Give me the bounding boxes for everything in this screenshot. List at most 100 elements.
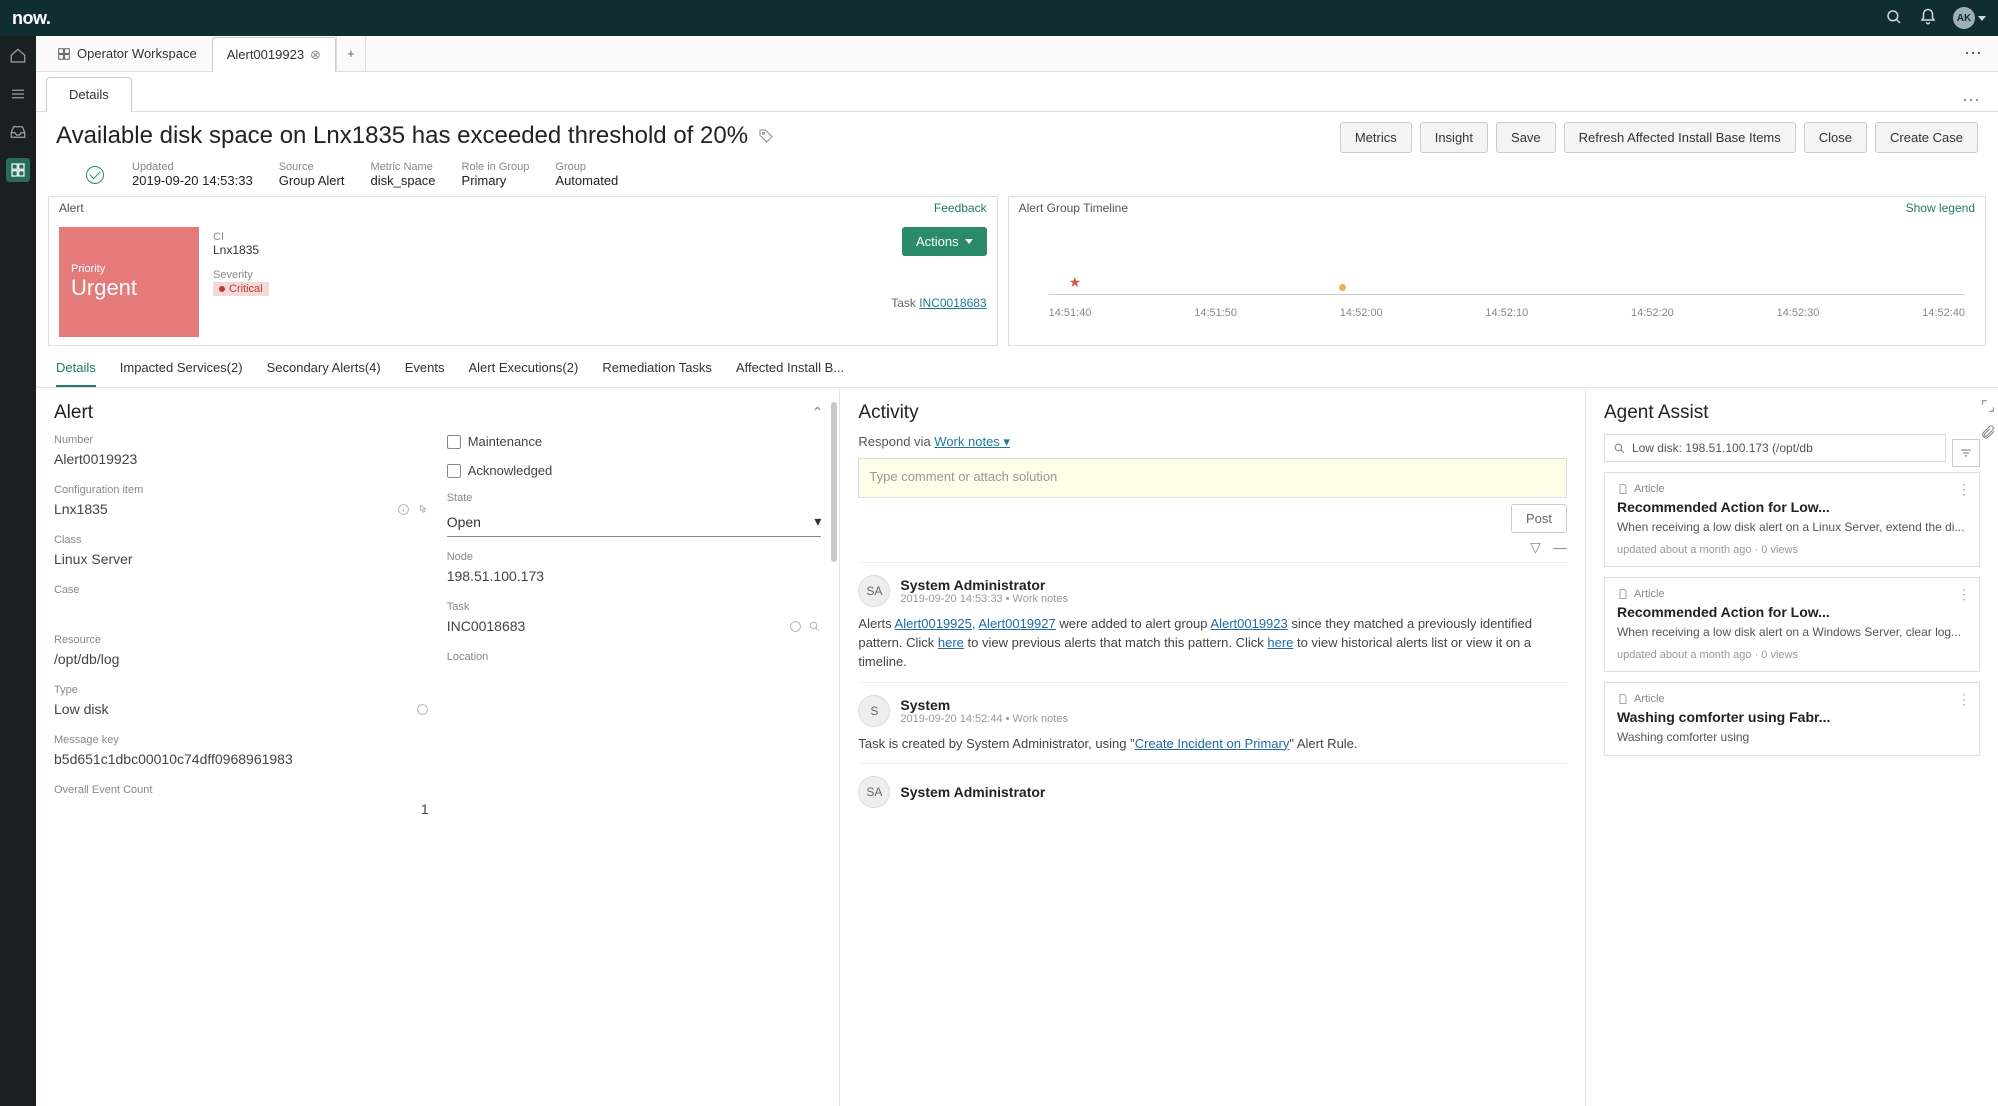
maintenance-checkbox[interactable]: Maintenance bbox=[447, 434, 822, 449]
alert-link[interactable]: Alert0019925 bbox=[895, 616, 972, 631]
activity-meta: 2019-09-20 14:52:44 • Work notes bbox=[900, 713, 1068, 725]
task-field[interactable]: INC0018683 bbox=[447, 616, 822, 637]
group-label: Group bbox=[555, 161, 618, 173]
metrics-button[interactable]: Metrics bbox=[1340, 122, 1412, 153]
info-icon[interactable] bbox=[789, 620, 802, 633]
tab-impacted[interactable]: Impacted Services(2) bbox=[120, 360, 243, 387]
location-field[interactable] bbox=[447, 666, 822, 687]
feedback-link[interactable]: Feedback bbox=[934, 201, 987, 215]
number-field[interactable]: Alert0019923 bbox=[54, 449, 429, 470]
rule-link[interactable]: Create Incident on Primary bbox=[1135, 736, 1290, 751]
tab-operator-label: Operator Workspace bbox=[77, 46, 197, 61]
close-icon[interactable]: ⊗ bbox=[310, 47, 321, 63]
create-case-button[interactable]: Create Case bbox=[1875, 122, 1978, 153]
tab-affected[interactable]: Affected Install B... bbox=[736, 360, 844, 387]
tab-remediation[interactable]: Remediation Tasks bbox=[602, 360, 712, 387]
tab-operator-workspace[interactable]: Operator Workspace bbox=[42, 36, 212, 71]
case-field[interactable] bbox=[54, 599, 429, 620]
metric-label: Metric Name bbox=[370, 161, 435, 173]
tag-icon[interactable] bbox=[758, 128, 774, 144]
more-icon[interactable]: ⋮ bbox=[1957, 481, 1971, 498]
source-label: Source bbox=[279, 161, 345, 173]
bell-icon[interactable] bbox=[1919, 8, 1937, 29]
resource-field[interactable]: /opt/db/log bbox=[54, 649, 429, 670]
refresh-button[interactable]: Refresh Affected Install Base Items bbox=[1564, 122, 1796, 153]
task-link[interactable]: INC0018683 bbox=[919, 296, 986, 310]
source-value: Group Alert bbox=[279, 173, 345, 188]
alert-link[interactable]: Alert0019923 bbox=[1210, 616, 1287, 631]
insight-button[interactable]: Insight bbox=[1420, 122, 1488, 153]
tab-alert-record[interactable]: Alert0019923 ⊗ bbox=[212, 37, 336, 72]
alert-link[interactable]: Alert0019927 bbox=[978, 616, 1055, 631]
comment-input[interactable]: Type comment or attach solution bbox=[858, 458, 1567, 498]
search-icon[interactable] bbox=[808, 620, 821, 633]
assist-search-input[interactable]: Low disk: 198.51.100.173 (/opt/db bbox=[1604, 434, 1946, 462]
expand-icon[interactable] bbox=[1980, 398, 1996, 414]
assist-card[interactable]: ⋮ Article Washing comforter using Fabr..… bbox=[1604, 682, 1980, 757]
collapse-icon[interactable]: ⌃ bbox=[812, 404, 824, 421]
assist-summary: When receiving a low disk alert on a Lin… bbox=[1617, 519, 1967, 536]
acknowledged-checkbox[interactable]: Acknowledged bbox=[447, 463, 822, 478]
ci-field-text: Lnx1835 bbox=[54, 501, 108, 517]
msgkey-field[interactable]: b5d651c1dbc00010c74dff0968961983 bbox=[54, 749, 429, 770]
assist-card[interactable]: ⋮ Article Recommended Action for Low... … bbox=[1604, 577, 1980, 672]
type-field[interactable]: Low disk bbox=[54, 699, 429, 720]
rail-grid-icon[interactable] bbox=[6, 158, 30, 182]
assist-type: Article bbox=[1634, 483, 1665, 495]
tab-executions[interactable]: Alert Executions(2) bbox=[469, 360, 579, 387]
here-link[interactable]: here bbox=[938, 635, 964, 650]
user-menu[interactable]: AK bbox=[1953, 7, 1986, 29]
search-icon[interactable] bbox=[1885, 8, 1903, 29]
tab-alert-label: Alert0019923 bbox=[227, 47, 304, 62]
info-icon[interactable] bbox=[416, 703, 429, 716]
attachment-icon[interactable] bbox=[1980, 424, 1996, 440]
logo: now. bbox=[12, 8, 50, 29]
tab-events[interactable]: Events bbox=[405, 360, 445, 387]
close-button[interactable]: Close bbox=[1804, 122, 1867, 153]
timeline-title: Alert Group Timeline bbox=[1019, 201, 1128, 215]
class-field[interactable]: Linux Server bbox=[54, 549, 429, 570]
assist-filter-button[interactable] bbox=[1952, 439, 1980, 467]
info-icon[interactable] bbox=[397, 503, 410, 516]
respond-via: Respond via Work notes ▾ bbox=[858, 434, 1567, 450]
timeline-chart[interactable]: ★ 14:51:40 14:51:50 14:52:00 14:52:10 14… bbox=[1009, 219, 1985, 329]
assist-card[interactable]: ⋮ Article Recommended Action for Low... … bbox=[1604, 472, 1980, 567]
filter-icon[interactable]: ▽ bbox=[1530, 539, 1541, 556]
show-legend-link[interactable]: Show legend bbox=[1906, 201, 1975, 215]
add-tab-button[interactable]: + bbox=[336, 36, 366, 71]
post-button[interactable]: Post bbox=[1511, 504, 1567, 533]
rail-home-icon[interactable] bbox=[6, 44, 30, 68]
tab-secondary[interactable]: Secondary Alerts(4) bbox=[267, 360, 381, 387]
more-icon[interactable]: ⋮ bbox=[1957, 691, 1971, 708]
updated-label: Updated bbox=[132, 161, 253, 173]
overall-field: 1 bbox=[54, 799, 429, 820]
pointer-icon[interactable] bbox=[416, 503, 429, 516]
node-label: Node bbox=[447, 551, 822, 563]
more-icon[interactable]: ⋮ bbox=[1957, 586, 1971, 603]
rail-list-icon[interactable] bbox=[6, 82, 30, 106]
timeline-card: Alert Group Timeline Show legend ★ 14:51… bbox=[1008, 196, 1986, 346]
case-label: Case bbox=[54, 584, 429, 596]
ci-field[interactable]: Lnx1835 bbox=[54, 499, 429, 520]
scrollbar[interactable] bbox=[831, 402, 837, 562]
star-icon: ★ bbox=[1069, 274, 1082, 291]
rail-inbox-icon[interactable] bbox=[6, 120, 30, 144]
state-select[interactable]: Open▾ bbox=[447, 507, 822, 537]
here-link[interactable]: here bbox=[1267, 635, 1293, 650]
avatar: AK bbox=[1953, 7, 1975, 29]
activity-meta: 2019-09-20 14:53:33 • Work notes bbox=[900, 593, 1068, 605]
activity-panel: Activity Respond via Work notes ▾ Type c… bbox=[840, 388, 1586, 1106]
collapse-all-icon[interactable]: — bbox=[1553, 539, 1567, 556]
chevron-down-icon: ▾ bbox=[814, 513, 821, 530]
subtab-details[interactable]: Details bbox=[46, 77, 132, 112]
actions-dropdown[interactable]: Actions bbox=[902, 227, 987, 256]
record-subtabs: Details ⋯ bbox=[36, 72, 1998, 112]
node-field[interactable]: 198.51.100.173 bbox=[447, 566, 822, 587]
tabs-overflow-button[interactable]: ⋯ bbox=[1950, 43, 1998, 64]
tab-details[interactable]: Details bbox=[56, 360, 96, 387]
actions-label: Actions bbox=[916, 234, 959, 249]
subtabs-overflow[interactable]: ⋯ bbox=[1962, 90, 1998, 111]
save-button[interactable]: Save bbox=[1496, 122, 1556, 153]
msgkey-label: Message key bbox=[54, 734, 429, 746]
respond-link[interactable]: Work notes ▾ bbox=[934, 434, 1010, 449]
